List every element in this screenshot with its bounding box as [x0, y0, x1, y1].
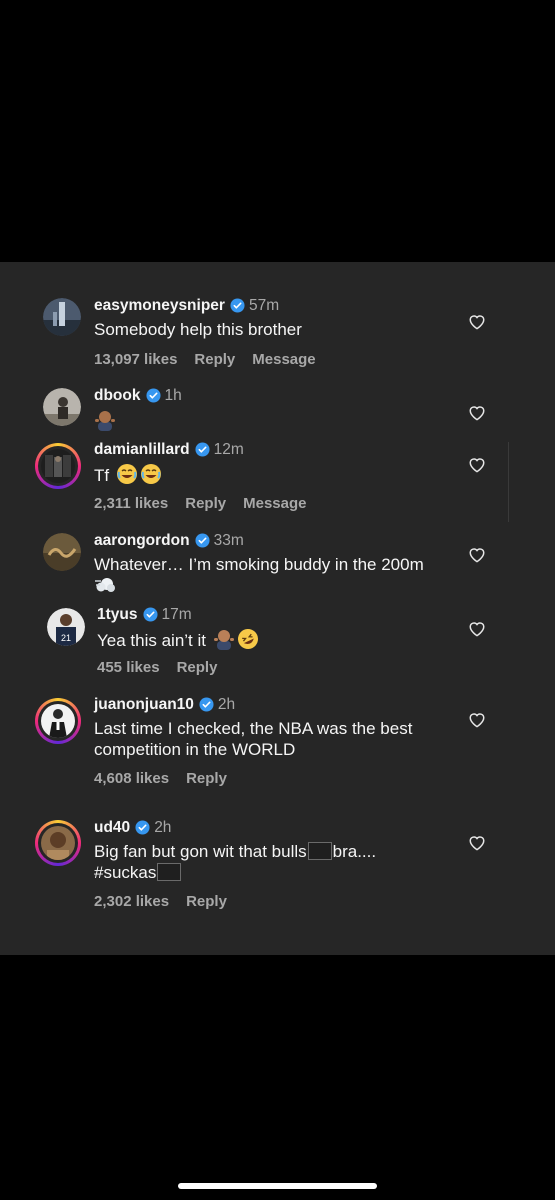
svg-text:21: 21 — [61, 633, 71, 643]
heart-outline-icon[interactable] — [468, 711, 486, 728]
comment-text: Yea this ain’t it — [97, 628, 457, 655]
likes-count[interactable]: 2,311 likes — [94, 495, 168, 512]
username[interactable]: aarongordon — [94, 532, 190, 549]
verified-badge-icon — [199, 697, 214, 718]
hashtag-link[interactable]: #suckas — [94, 863, 156, 882]
heart-outline-icon[interactable] — [468, 834, 486, 851]
scroll-indicator — [508, 442, 509, 522]
avatar-story-ring[interactable] — [35, 443, 81, 489]
comment-text: Somebody help this brother — [94, 320, 302, 339]
comment-actions: 2,311 likes Reply Message — [94, 494, 323, 514]
likes-count[interactable]: 2,302 likes — [94, 893, 169, 910]
verified-badge-icon — [230, 298, 245, 319]
heart-outline-icon[interactable] — [468, 456, 486, 473]
reply-button[interactable]: Reply — [177, 659, 218, 676]
comment-text — [94, 409, 454, 436]
comment-text-content: Whatever… I’m smoking buddy in the 200m — [94, 555, 424, 574]
timestamp: 2h — [217, 696, 236, 713]
comment-header: dbook 1h — [94, 386, 182, 406]
likes-count[interactable]: 13,097 likes — [94, 351, 177, 368]
comment-header: damianlillard 12m — [94, 440, 244, 460]
avatar[interactable] — [43, 533, 81, 571]
avatar-story-ring[interactable] — [35, 698, 81, 744]
comment-text-content: Yea this ain’t it — [97, 631, 206, 650]
comment-text-part1: Big fan but gon wit that bulls — [94, 842, 307, 861]
heart-outline-icon[interactable] — [468, 620, 486, 637]
avatar-story-ring[interactable] — [35, 820, 81, 866]
message-button[interactable]: Message — [252, 351, 315, 368]
comment-header: easymoneysniper 57m — [94, 296, 279, 316]
comment-actions: 13,097 likes Reply Message — [94, 350, 333, 370]
person-shrugging-emoji — [94, 409, 116, 436]
rolling-laughing-emoji — [237, 628, 259, 655]
timestamp: 12m — [213, 441, 244, 458]
reply-button[interactable]: Reply — [194, 351, 235, 368]
username[interactable]: dbook — [94, 387, 141, 404]
comment-text: Big fan but gon wit that bulls bra.... #s… — [94, 841, 454, 883]
likes-count[interactable]: 4,608 likes — [94, 770, 169, 787]
username[interactable]: damianlillard — [94, 441, 190, 458]
avatar[interactable] — [43, 298, 81, 336]
censored-glyph — [307, 842, 332, 860]
username[interactable]: juanonjuan10 — [94, 696, 194, 713]
reply-button[interactable]: Reply — [186, 770, 227, 787]
comment-actions: 455 likes Reply — [97, 658, 234, 678]
message-button[interactable]: Message — [243, 495, 306, 512]
comment-text: Tf — [94, 463, 454, 490]
username[interactable]: ud40 — [94, 819, 130, 836]
avatar[interactable] — [43, 388, 81, 426]
heart-outline-icon[interactable] — [468, 404, 486, 421]
person-shrugging-emoji — [213, 628, 235, 655]
comment-header: aarongordon 33m — [94, 531, 244, 551]
comment-text-content: Tf — [94, 466, 110, 485]
verified-badge-icon — [195, 442, 210, 463]
timestamp: 33m — [213, 532, 244, 549]
comment-actions: 4,608 likes Reply — [94, 769, 244, 789]
comment-text: Whatever… I’m smoking buddy in the 200m — [94, 554, 464, 600]
timestamp: 57m — [248, 297, 280, 314]
reply-button[interactable]: Reply — [185, 495, 226, 512]
heart-outline-icon[interactable] — [468, 546, 486, 563]
home-indicator[interactable] — [178, 1183, 377, 1189]
comment-header: 1tyus 17m — [97, 605, 192, 625]
username[interactable]: 1tyus — [97, 606, 138, 623]
likes-count[interactable]: 455 likes — [97, 659, 160, 676]
verified-badge-icon — [195, 533, 210, 554]
verified-badge-icon — [135, 820, 150, 841]
avatar[interactable]: 21 — [47, 608, 85, 646]
joy-emoji — [140, 463, 162, 490]
timestamp: 1h — [164, 387, 182, 404]
comment-text-part2: bra.... — [332, 842, 377, 861]
verified-badge-icon — [142, 607, 158, 628]
heart-outline-icon[interactable] — [468, 313, 486, 330]
reply-button[interactable]: Reply — [186, 893, 227, 910]
comment-text: Last time I checked, the NBA was the bes… — [94, 719, 413, 759]
comment-header: ud40 2h — [94, 818, 171, 838]
joy-emoji — [116, 463, 138, 490]
username[interactable]: easymoneysniper — [94, 297, 225, 314]
timestamp: 17m — [161, 606, 192, 623]
censored-glyph — [157, 863, 182, 881]
comment-header: juanonjuan10 2h — [94, 695, 235, 715]
dash-emoji — [94, 575, 116, 600]
comment-actions: 2,302 likes Reply — [94, 892, 244, 912]
verified-badge-icon — [145, 388, 161, 409]
timestamp: 2h — [154, 819, 172, 836]
